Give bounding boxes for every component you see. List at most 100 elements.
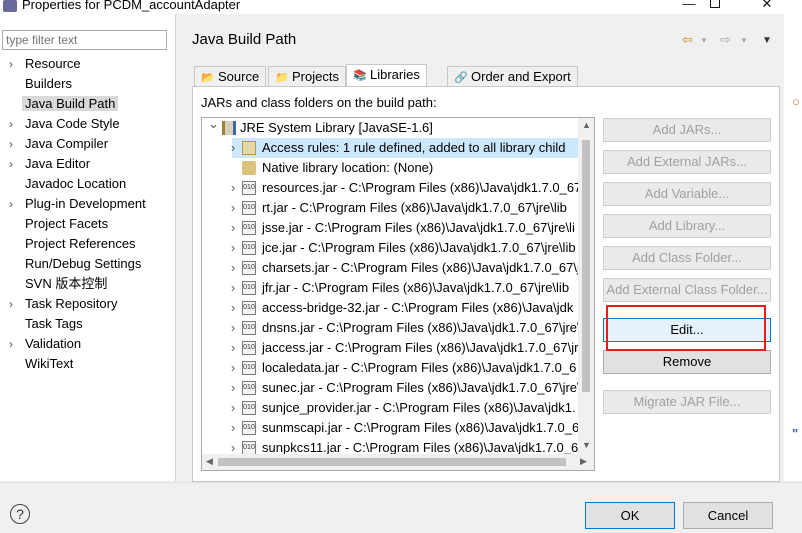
tree-row[interactable]: › 010 jce.jar - C:\Program Files (x86)\Jav… (231, 238, 582, 258)
back-icon[interactable]: ⇦ (682, 32, 693, 48)
page-header: Java Build Path ⇦ ▼ ⇨ ▼ ▼ (178, 14, 802, 62)
remove-button[interactable]: Remove (603, 350, 771, 374)
tab-source[interactable]: 📂 Source (194, 66, 267, 87)
tree-row-label: access-bridge-32.jar - C:\Program Files … (262, 300, 574, 315)
back-menu-icon[interactable]: ▼ (700, 36, 708, 45)
forward-menu-icon[interactable]: ▼ (740, 36, 748, 45)
maximize-button[interactable] (692, 0, 738, 11)
nav-item-java-code-style[interactable]: › Java Code Style (0, 114, 176, 134)
tree-row[interactable]: › 010 charsets.jar - C:\Program Files (x86… (231, 258, 585, 278)
nav-item-svn[interactable]: SVN 版本控制 (0, 274, 176, 294)
tree-row[interactable]: › 010 sunec.jar - C:\Program Files (x86)\J… (231, 378, 582, 398)
expand-chevron-icon[interactable]: › (9, 294, 13, 314)
property-nav-pane: › Resource Builders Java Build Path › Java Co… (0, 14, 176, 481)
expand-chevron-icon[interactable]: › (228, 138, 238, 158)
add-class-folder-button[interactable]: Add Class Folder... (603, 246, 771, 270)
jar-icon: 010 (242, 261, 256, 275)
tree-row-jre-system-library[interactable]: ⌄ JRE System Library [JavaSE-1.6] (202, 118, 594, 138)
view-menu-icon[interactable]: ▼ (762, 35, 772, 46)
horizontal-scroll-thumb[interactable] (218, 458, 566, 466)
help-icon[interactable]: ? (10, 504, 30, 524)
tree-row[interactable]: › Access rules: 1 rule defined, added to … (231, 138, 582, 158)
tree-row[interactable]: › 010 rt.jar - C:\Program Files (x86)\Java… (231, 198, 582, 218)
window-title: Properties for PCDM_accountAdapter (22, 0, 241, 12)
add-external-jars-button[interactable]: Add External JARs... (603, 150, 771, 174)
expand-chevron-icon[interactable]: › (228, 318, 238, 338)
collapse-chevron-icon[interactable]: ⌄ (208, 118, 219, 134)
tree-row[interactable]: › 010 resources.jar - C:\Program Files (x8… (231, 178, 582, 198)
vertical-scroll-thumb[interactable] (582, 140, 590, 392)
expand-chevron-icon[interactable]: › (9, 334, 13, 354)
expand-chevron-icon[interactable]: › (9, 114, 13, 134)
access-rules-icon (242, 141, 256, 155)
expand-chevron-icon[interactable]: › (228, 278, 238, 298)
expand-chevron-icon[interactable]: › (228, 418, 238, 438)
tree-row[interactable]: › 010 jfr.jar - C:\Program Files (x86)\Jav… (231, 278, 582, 298)
add-external-class-folder-button[interactable]: Add External Class Folder... (603, 278, 771, 302)
tree-row[interactable]: › 010 dnsns.jar - C:\Program Files (x86)\J… (231, 318, 582, 338)
expand-chevron-icon[interactable]: › (228, 198, 238, 218)
nav-item-wikitext[interactable]: WikiText (0, 354, 176, 374)
expand-chevron-icon[interactable]: › (228, 398, 238, 418)
nav-item-task-tags[interactable]: Task Tags (0, 314, 176, 334)
tree-row[interactable]: › 010 localedata.jar - C:\Program Files (x… (231, 358, 582, 378)
nav-item-builders[interactable]: Builders (0, 74, 176, 94)
nav-item-label: Javadoc Location (25, 176, 127, 191)
scroll-left-icon[interactable]: ◀ (206, 456, 213, 467)
expand-chevron-icon[interactable]: › (228, 358, 238, 378)
expand-chevron-icon[interactable]: › (9, 134, 13, 154)
expand-chevron-icon[interactable]: › (228, 378, 238, 398)
filter-input[interactable] (2, 30, 167, 50)
expand-chevron-icon[interactable]: › (228, 258, 238, 278)
add-variable-button[interactable]: Add Variable... (603, 182, 771, 206)
nav-item-resource[interactable]: › Resource (0, 54, 176, 74)
expand-chevron-icon[interactable]: › (9, 154, 13, 174)
nav-item-java-editor[interactable]: › Java Editor (0, 154, 176, 174)
nav-item-task-repository[interactable]: › Task Repository (0, 294, 176, 314)
close-button[interactable]: ✕ (744, 0, 790, 12)
nav-item-plug-in-development[interactable]: › Plug-in Development (0, 194, 176, 214)
tree-row[interactable]: › 010 jsse.jar - C:\Program Files (x86)\Ja… (231, 218, 582, 238)
tree-row-label: charsets.jar - C:\Program Files (x86)\Ja… (262, 260, 585, 275)
edit-highlight-box (606, 305, 766, 351)
tree-row[interactable]: › 010 access-bridge-32.jar - C:\Program Fi… (231, 298, 582, 318)
source-folder-icon: 📂 (201, 72, 215, 84)
nav-item-java-compiler[interactable]: › Java Compiler (0, 134, 176, 154)
nav-item-javadoc-location[interactable]: Javadoc Location (0, 174, 176, 194)
tab-projects[interactable]: 📁 Projects (268, 66, 346, 87)
nav-item-validation[interactable]: › Validation (0, 334, 176, 354)
nav-item-label: Plug-in Development (25, 196, 146, 211)
tab-libraries[interactable]: 📚 Libraries (346, 64, 427, 87)
expand-chevron-icon[interactable]: › (228, 338, 238, 358)
expand-chevron-icon[interactable]: › (228, 238, 238, 258)
forward-icon[interactable]: ⇨ (720, 32, 731, 48)
jar-icon: 010 (242, 301, 256, 315)
scroll-right-icon[interactable]: ▶ (580, 456, 587, 467)
tree-row[interactable]: › 010 sunmscapi.jar - C:\Program Files (x8… (231, 418, 582, 438)
tab-order-and-export[interactable]: 🔗 Order and Export (447, 66, 578, 87)
migrate-jar-file-button[interactable]: Migrate JAR File... (603, 390, 771, 414)
tree-row[interactable]: Native library location: (None) (232, 158, 582, 178)
nav-item-label: Task Repository (25, 296, 118, 311)
cancel-button[interactable]: Cancel (683, 502, 773, 529)
nav-item-label: Java Editor (25, 156, 91, 171)
tree-row[interactable]: › 010 jaccess.jar - C:\Program Files (x86)… (231, 338, 582, 358)
expand-chevron-icon[interactable]: › (9, 194, 13, 214)
expand-chevron-icon[interactable]: › (9, 54, 13, 74)
nav-item-run-debug-settings[interactable]: Run/Debug Settings (0, 254, 176, 274)
nav-item-java-build-path[interactable]: Java Build Path (0, 94, 176, 114)
tree-horizontal-scrollbar[interactable]: ◀ ▶ (202, 454, 594, 470)
expand-chevron-icon[interactable]: › (228, 298, 238, 318)
nav-item-project-references[interactable]: Project References (0, 234, 176, 254)
add-jars-button[interactable]: Add JARs... (603, 118, 771, 142)
library-tree[interactable]: › 010 sunpkcs11.jar - C:\Program Files (x8… (201, 117, 595, 471)
tree-row[interactable]: › 010 sunjce_provider.jar - C:\Program Fil… (231, 398, 582, 418)
tree-row-label: dnsns.jar - C:\Program Files (x86)\Java\… (262, 320, 581, 335)
add-library-button[interactable]: Add Library... (603, 214, 771, 238)
expand-chevron-icon[interactable]: › (228, 178, 238, 198)
nav-item-project-facets[interactable]: Project Facets (0, 214, 176, 234)
scroll-down-icon[interactable]: ▼ (582, 440, 591, 450)
ok-button[interactable]: OK (585, 502, 675, 529)
tree-vertical-scrollbar[interactable]: ▲ ▼ (578, 118, 594, 456)
expand-chevron-icon[interactable]: › (228, 218, 238, 238)
